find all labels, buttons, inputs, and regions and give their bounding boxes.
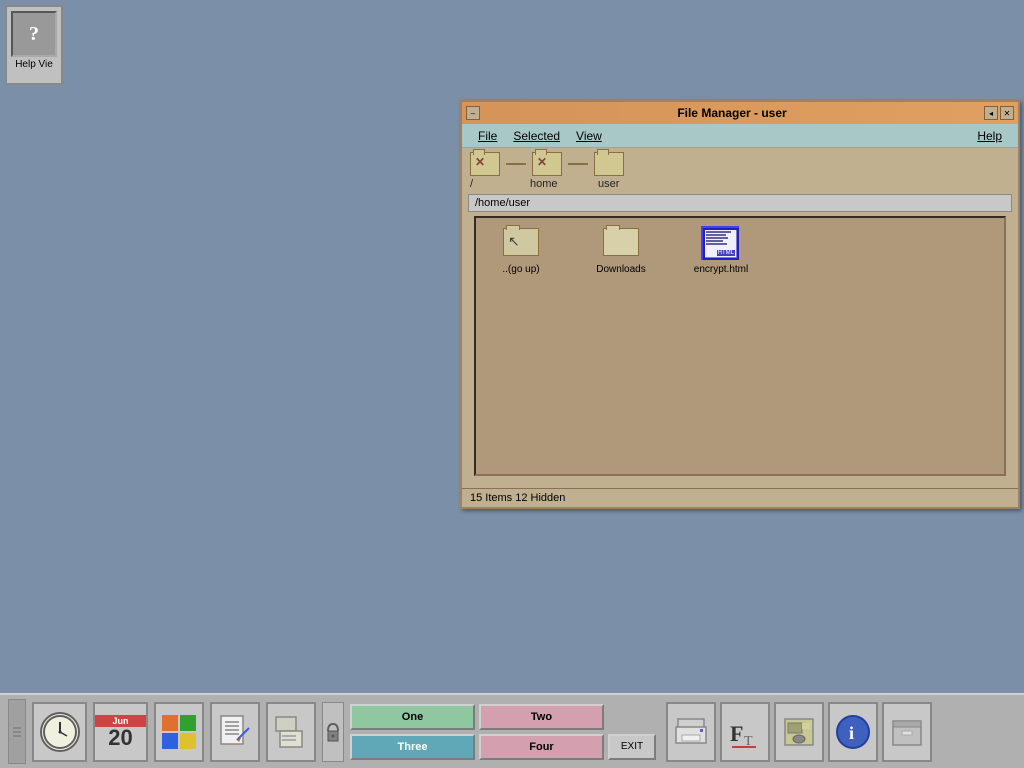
calendar-day: 20 <box>108 727 132 749</box>
menu-file[interactable]: File <box>470 127 505 145</box>
svg-text:i: i <box>849 723 854 743</box>
taskbar-btn-row-top: One Two <box>350 704 656 730</box>
breadcrumb-connector-1 <box>506 163 526 165</box>
file-html-icon: HTML <box>703 228 739 260</box>
taskbar-btn-row-bottom: Three Four EXIT <box>350 734 656 760</box>
taskbar-handle <box>8 699 26 764</box>
desktop: ? Help Vie – File Manager - user ◂ ✕ Fil… <box>0 0 1024 768</box>
breadcrumb-label-home: home <box>530 178 580 190</box>
current-path-bar: /home/user <box>468 194 1012 212</box>
status-bar: 15 Items 12 Hidden <box>462 488 1018 507</box>
file-item-encrypt-html[interactable]: HTML encrypt.html <box>686 228 756 275</box>
taskbar-document-icon[interactable] <box>210 702 260 762</box>
taskbar-disk-icon[interactable] <box>774 702 824 762</box>
clock-face <box>40 712 80 752</box>
breadcrumb-label-user: user <box>598 178 648 190</box>
window-title: File Manager - user <box>480 106 984 120</box>
file-label-downloads: Downloads <box>596 264 645 275</box>
file-manager-window: – File Manager - user ◂ ✕ File Selected … <box>460 100 1020 509</box>
breadcrumb-connector-2 <box>568 163 588 165</box>
window-close-button[interactable]: ✕ <box>1000 106 1014 120</box>
help-viewer-icon: ? <box>11 11 57 57</box>
taskbar-color-icon[interactable] <box>154 702 204 762</box>
file-label-encrypt-html: encrypt.html <box>694 264 748 275</box>
taskbar-clock[interactable] <box>32 702 87 762</box>
breadcrumb-labels: / home user <box>462 178 1018 194</box>
menu-selected[interactable]: Selected <box>505 127 568 145</box>
help-viewer-label: Help Vie <box>15 59 53 70</box>
taskbar-printer-icon[interactable] <box>666 702 716 762</box>
btn-one[interactable]: One <box>350 704 475 730</box>
breadcrumb-label-root: / <box>470 178 520 190</box>
folder-downloads-icon <box>603 228 639 260</box>
breadcrumb-home-icon[interactable]: ✕ <box>532 152 562 176</box>
file-item-goup[interactable]: ↖ ..(go up) <box>486 228 556 275</box>
taskbar-archive-icon[interactable] <box>882 702 932 762</box>
file-area: ↖ ..(go up) Downloads <box>474 216 1006 476</box>
taskbar-font-icon[interactable]: F T <box>720 702 770 762</box>
menu-view[interactable]: View <box>568 127 610 145</box>
breadcrumb-row: ✕ ✕ <box>462 148 1018 178</box>
menubar: File Selected View Help <box>462 124 1018 148</box>
folder-goup-icon: ↖ <box>503 228 539 260</box>
taskbar-fax-icon[interactable] <box>266 702 316 762</box>
help-viewer-widget[interactable]: ? Help Vie <box>5 5 63 85</box>
breadcrumb-root-icon[interactable]: ✕ <box>470 152 500 176</box>
file-item-downloads[interactable]: Downloads <box>586 228 656 275</box>
taskbar-app-buttons: One Two Three Four EXIT <box>350 704 656 760</box>
taskbar-info-icon[interactable]: i <box>828 702 878 762</box>
current-path-text: /home/user <box>475 197 530 209</box>
window-minimize-button[interactable]: – <box>466 106 480 120</box>
status-text: 15 Items 12 Hidden <box>470 492 565 504</box>
taskbar: Jun 20 <box>0 693 1024 768</box>
window-small-button[interactable]: ◂ <box>984 106 998 120</box>
taskbar-lock-icon <box>322 702 344 762</box>
taskbar-calendar[interactable]: Jun 20 <box>93 702 148 762</box>
exit-button[interactable]: EXIT <box>608 734 656 760</box>
file-label-goup: ..(go up) <box>502 264 539 275</box>
svg-text:F: F <box>730 721 743 746</box>
taskbar-tools: F T i <box>666 702 932 762</box>
btn-two[interactable]: Two <box>479 704 604 730</box>
menu-help[interactable]: Help <box>969 127 1010 145</box>
btn-four[interactable]: Four <box>479 734 604 760</box>
window-titlebar: – File Manager - user ◂ ✕ <box>462 102 1018 124</box>
file-area-wrapper: ↖ ..(go up) Downloads <box>462 216 1018 482</box>
btn-three[interactable]: Three <box>350 734 475 760</box>
breadcrumb-user-icon[interactable] <box>594 152 624 176</box>
